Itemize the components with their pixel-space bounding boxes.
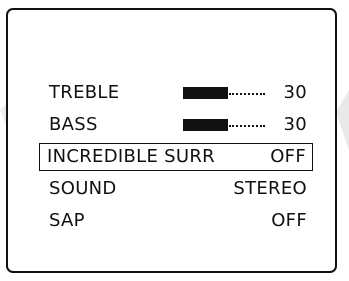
sound-label: SOUND	[49, 178, 117, 199]
sap-label: SAP	[49, 210, 85, 231]
audio-menu-list: TREBLE 30 BASS 30 INCREDIBLE SURR OFF SO…	[39, 77, 315, 237]
treble-slider-fill	[183, 87, 228, 99]
bass-slider-track	[229, 125, 265, 127]
treble-value: 30	[283, 82, 307, 103]
menu-item-treble[interactable]: TREBLE 30	[41, 77, 315, 109]
bass-slider[interactable]	[183, 119, 265, 131]
incredible-surround-label: INCREDIBLE SURR	[47, 146, 215, 167]
menu-item-bass[interactable]: BASS 30	[41, 109, 315, 141]
sap-value: OFF	[271, 210, 307, 231]
treble-label: TREBLE	[49, 82, 120, 103]
menu-item-sap[interactable]: SAP OFF	[41, 205, 315, 237]
menu-item-incredible-surround[interactable]: INCREDIBLE SURR OFF	[39, 143, 313, 171]
menu-item-sound[interactable]: SOUND STEREO	[41, 173, 315, 205]
treble-slider-track	[229, 93, 265, 95]
treble-slider[interactable]	[183, 87, 265, 99]
bass-label: BASS	[49, 114, 98, 135]
bass-slider-fill	[183, 119, 228, 131]
bass-value: 30	[283, 114, 307, 135]
incredible-surround-value: OFF	[270, 146, 306, 167]
sound-value: STEREO	[233, 178, 307, 199]
